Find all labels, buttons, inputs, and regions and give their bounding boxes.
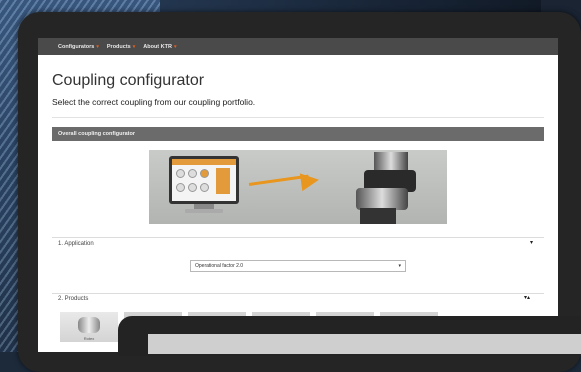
thumb-caption: Rotex [83, 336, 95, 341]
page-title: Coupling configurator [52, 72, 205, 89]
nav-about-label: About KTR [143, 43, 172, 50]
row-divider [52, 293, 544, 294]
top-navbar: Configurators ▾ Products ▾ About KTR ▾ [38, 38, 558, 55]
hero-illustration [149, 150, 447, 224]
page-subtitle: Select the correct coupling from our cou… [52, 97, 256, 107]
step-application-label: 1. Application [58, 241, 94, 247]
arrow-head-icon [299, 170, 321, 192]
coupling-image [356, 152, 416, 224]
product-thumb[interactable]: Rotex [60, 312, 118, 342]
monitor-illustration [169, 156, 239, 204]
foreground-device-screen [148, 334, 581, 354]
caret-down-icon: ▾ [132, 43, 136, 50]
nav-about[interactable]: About KTR ▾ [143, 44, 176, 50]
nav-configurators-label: Configurators [58, 43, 95, 50]
caret-down-icon: ▾ [96, 43, 99, 50]
select-value: Operational factor 2.0 [195, 263, 244, 269]
row-divider [52, 237, 544, 238]
chevron-down-icon: ▾ [398, 263, 401, 269]
divider [52, 117, 544, 118]
step-products-label: 2. Products [58, 296, 89, 302]
section-header: Overall coupling configurator [52, 127, 544, 141]
operational-factor-select[interactable]: Operational factor 2.0 ▾ [190, 260, 406, 272]
caret-down-icon: ▾ [173, 43, 177, 50]
nav-products[interactable]: Products ▾ [107, 44, 135, 50]
nav-configurators[interactable]: Configurators ▾ [58, 44, 99, 50]
collapse-icon[interactable]: ▾ [530, 239, 533, 246]
nav-products-label: Products [106, 43, 131, 50]
tablet-screen: Configurators ▾ Products ▾ About KTR ▾ C… [38, 38, 558, 352]
expand-collapse-icon[interactable]: ▾▴ [524, 294, 530, 301]
